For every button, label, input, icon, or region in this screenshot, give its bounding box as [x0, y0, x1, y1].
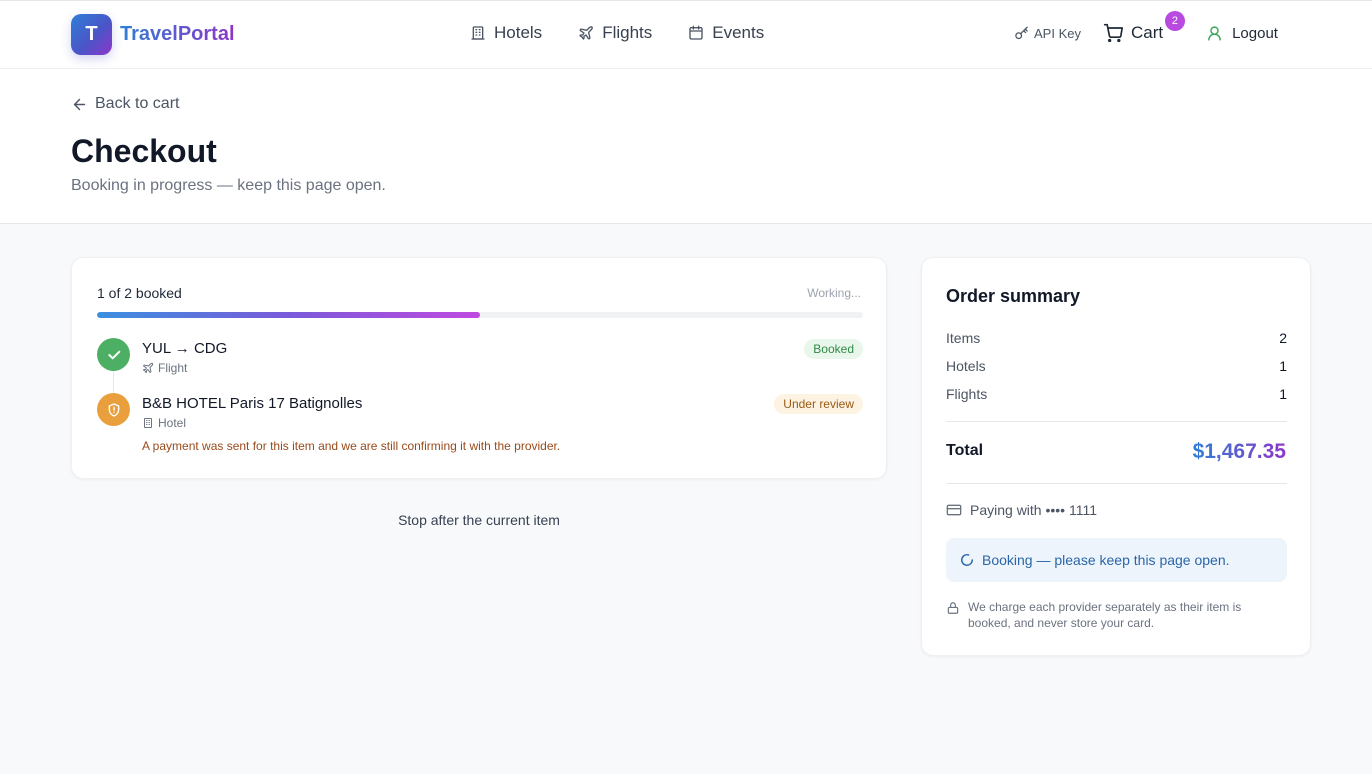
plane-icon — [143, 362, 154, 373]
account-nav: API Key Cart 2 Logout — [1014, 11, 1278, 43]
building-icon — [471, 26, 485, 40]
item-type-label: Flight — [158, 361, 188, 375]
nav-flights-label: Flights — [602, 23, 653, 42]
nav-events[interactable]: Events — [688, 23, 764, 43]
stop-after-current-button[interactable]: Stop after the current item — [71, 512, 887, 528]
nav-flights[interactable]: Flights — [578, 23, 652, 43]
cart-link[interactable]: Cart 2 — [1103, 11, 1185, 43]
nav-hotels-label: Hotels — [494, 23, 543, 42]
security-note-text: We charge each provider separately as th… — [968, 600, 1242, 630]
divider — [946, 483, 1287, 484]
calendar-icon — [689, 25, 703, 40]
cart-label: Cart — [1130, 23, 1164, 42]
progress-label: 1 of 2 booked — [97, 285, 182, 301]
plane-icon — [579, 26, 593, 40]
row-label: Hotels — [946, 358, 986, 374]
back-label: Back to cart — [95, 95, 180, 112]
nav-hotels[interactable]: Hotels — [470, 23, 542, 43]
item-name: YUL → CDG — [142, 340, 228, 357]
status-warning-icon — [97, 393, 130, 426]
summary-row-hotels: Hotels 1 — [946, 358, 1287, 374]
summary-row-items: Items 2 — [946, 330, 1287, 346]
row-label: Items — [946, 330, 981, 346]
item-type: Flight — [142, 361, 187, 375]
page-header: Back to cart Checkout Booking in progres… — [0, 69, 1372, 224]
cart-icon — [1103, 23, 1123, 43]
brand-name: TravelPortal — [120, 23, 235, 45]
payment-method-label: Paying with •••• 1111 — [970, 502, 1098, 518]
total-label: Total — [946, 442, 984, 459]
brand-logo: T — [71, 14, 112, 55]
item-type: Hotel — [142, 416, 186, 430]
summary-title: Order summary — [946, 286, 1081, 306]
logout-label: Logout — [1232, 24, 1278, 42]
brand-link[interactable]: T TravelPortal — [71, 14, 235, 55]
order-summary-card: Order summary Items 2 Hotels 1 Flights 1… — [921, 257, 1311, 656]
progress-bar — [97, 312, 863, 318]
summary-row-flights: Flights 1 — [946, 386, 1287, 402]
spinner-icon — [961, 554, 973, 566]
progress-status: Working... — [807, 286, 861, 300]
page-title: Checkout — [71, 133, 217, 169]
page-subtitle: Booking in progress — keep this page ope… — [71, 177, 386, 194]
timeline-connector — [113, 370, 114, 394]
status-badge: Booked — [804, 339, 863, 359]
item-name: B&B HOTEL Paris 17 Batignolles — [142, 395, 363, 412]
back-to-cart-link[interactable]: Back to cart — [71, 95, 179, 113]
row-value: 2 — [1279, 330, 1287, 346]
shield-icon — [108, 402, 119, 417]
user-icon — [1208, 25, 1221, 41]
cart-count-badge: 2 — [1164, 11, 1185, 31]
status-success-icon — [97, 338, 130, 371]
check-icon — [107, 350, 120, 359]
row-value: 1 — [1279, 386, 1287, 402]
item-type-label: Hotel — [158, 416, 187, 430]
divider — [946, 421, 1287, 422]
building-icon — [144, 418, 152, 428]
arrow-left-icon — [73, 98, 86, 110]
api-key-link[interactable]: API Key — [1014, 26, 1081, 41]
payment-method: Paying with •••• 1111 — [946, 502, 1097, 518]
api-key-label: API Key — [1034, 25, 1081, 41]
credit-card-icon — [946, 504, 962, 516]
booking-status-text: Booking — please keep this page open. — [982, 552, 1230, 568]
top-navbar: T TravelPortal Hotels Flights Events API… — [0, 0, 1372, 69]
main-nav: Hotels Flights Events — [470, 23, 800, 43]
item-review-note: A payment was sent for this item and we … — [142, 439, 561, 453]
total-value: $1,467.35 — [1192, 440, 1286, 463]
nav-events-label: Events — [712, 23, 765, 42]
key-icon — [1015, 26, 1028, 39]
progress-bar-fill — [97, 312, 480, 318]
lock-icon — [947, 602, 959, 614]
booking-progress-card: 1 of 2 booked Working... YUL → CDG Fligh… — [71, 257, 887, 479]
status-badge: Under review — [774, 394, 863, 414]
logout-button[interactable]: Logout — [1206, 25, 1278, 42]
security-note: We charge each provider separately as th… — [946, 599, 1287, 631]
row-value: 1 — [1279, 358, 1287, 374]
booking-status-banner: Booking — please keep this page open. — [946, 538, 1287, 582]
row-label: Flights — [946, 386, 988, 402]
brand-initial: T — [85, 23, 98, 45]
